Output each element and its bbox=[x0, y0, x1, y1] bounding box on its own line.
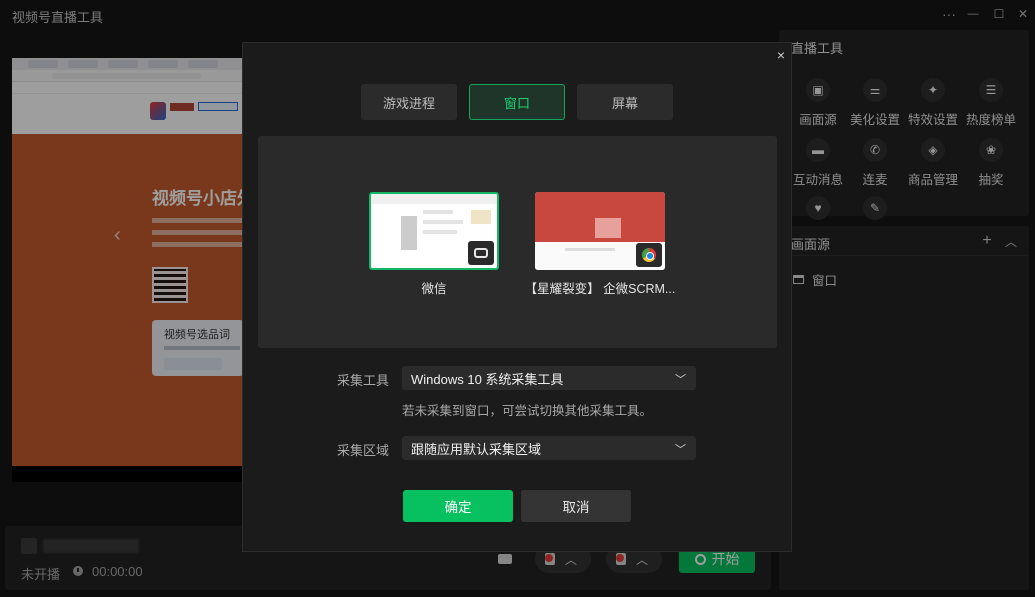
confirm-button[interactable]: 确定 bbox=[403, 490, 513, 522]
capture-area-value: 跟随应用默认采集区域 bbox=[411, 441, 542, 457]
window-thumb-browser[interactable]: 【星耀裂变】 企微SCRM... bbox=[525, 192, 675, 296]
tab-game-process[interactable]: 游戏进程 bbox=[361, 84, 457, 120]
chevron-down-icon: ﹀ bbox=[675, 374, 686, 386]
capture-tool-value: Windows 10 系统采集工具 bbox=[411, 371, 564, 387]
capture-window-dialog: × 游戏进程 窗口 屏幕 微信 【星耀裂变】 企微SCRM... 采集工具 Wi… bbox=[242, 42, 792, 552]
chevron-down-icon: ﹀ bbox=[675, 444, 686, 456]
tab-window[interactable]: 窗口 bbox=[469, 84, 565, 120]
capture-tool-select[interactable]: Windows 10 系统采集工具 ﹀ bbox=[402, 366, 696, 390]
capture-tool-label: 采集工具 bbox=[337, 373, 390, 388]
cancel-button[interactable]: 取消 bbox=[521, 490, 631, 522]
window-gallery: 微信 【星耀裂变】 企微SCRM... bbox=[258, 136, 777, 348]
window-label: 【星耀裂变】 企微SCRM... bbox=[524, 282, 676, 296]
window-preview bbox=[369, 192, 499, 270]
capture-area-select[interactable]: 跟随应用默认采集区域 ﹀ bbox=[402, 436, 696, 460]
wechat-icon bbox=[468, 241, 494, 265]
capture-area-label: 采集区域 bbox=[337, 443, 390, 458]
window-preview bbox=[535, 192, 665, 270]
window-thumb-wechat[interactable]: 微信 bbox=[369, 192, 499, 296]
window-label: 微信 bbox=[421, 282, 447, 296]
close-icon[interactable]: × bbox=[773, 47, 789, 63]
chrome-icon bbox=[636, 243, 662, 267]
tab-screen[interactable]: 屏幕 bbox=[577, 84, 673, 120]
capture-tool-hint: 若未采集到窗口，可尝试切换其他采集工具。 bbox=[402, 404, 653, 418]
